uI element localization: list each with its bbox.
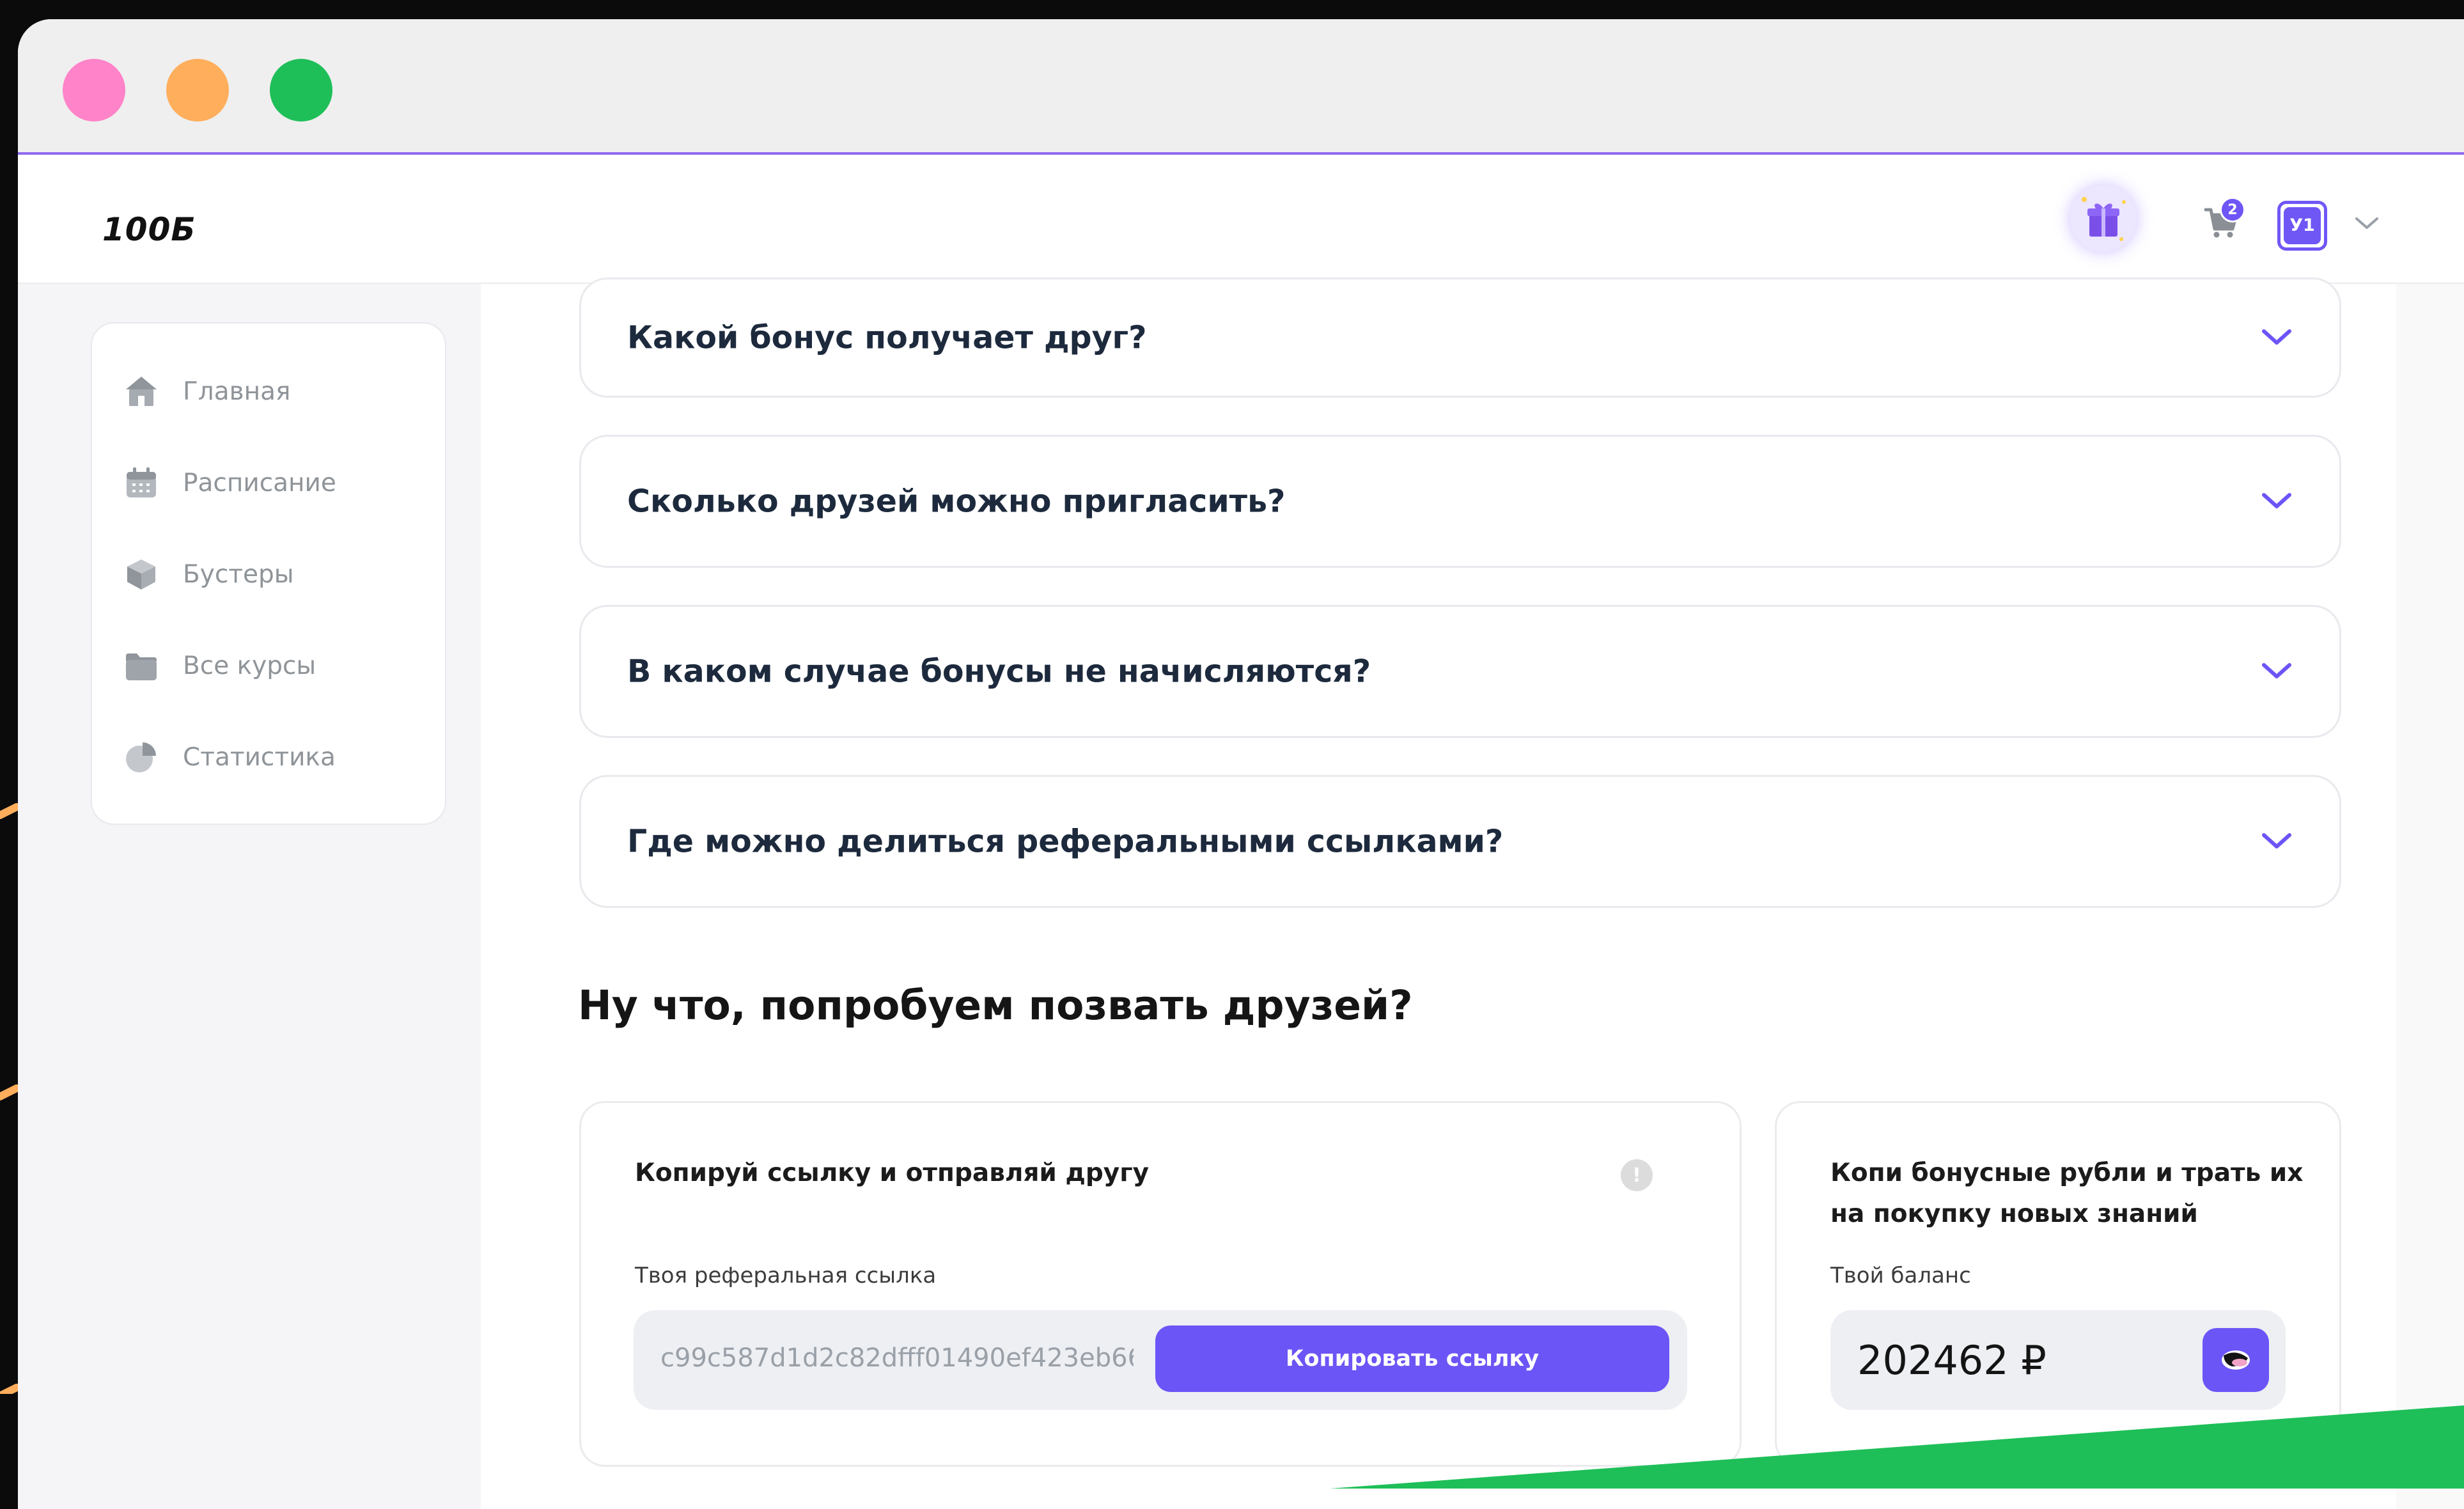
cube-icon xyxy=(127,559,155,590)
referral-link-label: Твоя реферальная ссылка xyxy=(635,1263,937,1288)
browser-window: 100Б 2 У1 Главная Расписание Бустеры Все… xyxy=(18,19,2464,1509)
pie-chart-icon xyxy=(126,742,156,772)
window-minimize-dot[interactable] xyxy=(166,59,229,121)
sidebar-item-home[interactable]: Главная xyxy=(123,366,290,417)
faq-item[interactable]: Сколько друзей можно пригласить? xyxy=(579,435,2341,568)
avatar[interactable]: У1 xyxy=(2277,201,2327,251)
faq-question: Где можно делиться реферальными ссылками… xyxy=(627,823,1504,860)
gift-button[interactable] xyxy=(2070,185,2137,252)
info-icon[interactable]: ! xyxy=(1621,1159,1653,1191)
sidebar-item-statistics[interactable]: Статистика xyxy=(123,731,336,783)
window-maximize-dot[interactable] xyxy=(270,59,332,121)
balance-label: Твой баланс xyxy=(1830,1263,1971,1288)
main-content: Какой бонус получает друг? Сколько друзе… xyxy=(481,278,2396,1509)
cart-count-badge: 2 xyxy=(2220,197,2245,223)
app-header: 100Б 2 У1 xyxy=(18,155,2464,284)
sidebar-nav: Главная Расписание Бустеры Все курсы Ста… xyxy=(91,322,446,825)
chevron-down-icon xyxy=(2262,493,2291,508)
sidebar-area: Главная Расписание Бустеры Все курсы Ста… xyxy=(18,284,481,1509)
coin-icon xyxy=(2222,1350,2250,1370)
window-titlebar xyxy=(18,19,2464,155)
sidebar-item-label: Расписание xyxy=(183,468,336,497)
chevron-down-icon xyxy=(2262,329,2291,345)
chevron-down-icon[interactable] xyxy=(2353,214,2381,233)
sidebar-item-schedule[interactable]: Расписание xyxy=(123,457,336,508)
sidebar-item-label: Главная xyxy=(183,377,291,406)
sidebar-item-label: Бустеры xyxy=(183,559,294,589)
calendar-icon xyxy=(127,467,156,497)
logo[interactable]: 100Б xyxy=(102,211,196,248)
sidebar-item-all-courses[interactable]: Все курсы xyxy=(123,640,316,691)
sidebar-item-boosters[interactable]: Бустеры xyxy=(123,549,294,600)
faq-question: Сколько друзей можно пригласить? xyxy=(627,483,1286,520)
faq-item[interactable]: Какой бонус получает друг? xyxy=(579,278,2341,398)
balance-field: 202462 ₽ xyxy=(1830,1310,2286,1410)
balance-card-title-line: на покупку новых знаний xyxy=(1830,1200,2198,1228)
referral-card-title: Копируй ссылку и отправляй другу xyxy=(635,1159,1150,1187)
home-icon xyxy=(126,377,157,406)
gift-icon xyxy=(2082,197,2126,241)
faq-question: В каком случае бонусы не начисляются? xyxy=(627,653,1371,690)
sidebar-item-label: Статистика xyxy=(183,742,336,772)
referral-link-value[interactable]: c99c587d1d2c82dfff01490ef423eb66 xyxy=(660,1343,1134,1373)
window-close-dot[interactable] xyxy=(63,59,125,121)
folder-icon xyxy=(126,653,157,680)
balance-value: 202462 ₽ xyxy=(1857,1337,2047,1384)
faq-item[interactable]: В каком случае бонусы не начисляются? xyxy=(579,605,2341,738)
balance-card: Копи бонусные рубли и трать их на покупк… xyxy=(1775,1101,2341,1467)
faq-question: Какой бонус получает друг? xyxy=(627,319,1147,356)
avatar-initials: У1 xyxy=(2284,207,2321,244)
chevron-down-icon xyxy=(2262,663,2291,678)
invite-section-title: Ну что, попробуем позвать друзей? xyxy=(578,982,1413,1029)
faq-item[interactable]: Где можно делиться реферальными ссылками… xyxy=(579,775,2341,908)
chevron-down-icon xyxy=(2262,833,2291,848)
balance-card-title: Копи бонусные рубли и трать их на покупк… xyxy=(1830,1153,2303,1235)
referral-card: Копируй ссылку и отправляй другу ! Твоя … xyxy=(579,1101,1742,1467)
copy-link-button[interactable]: Копировать ссылку xyxy=(1155,1325,1669,1392)
balance-card-title-line: Копи бонусные рубли и трать их xyxy=(1830,1159,2304,1187)
sidebar-item-label: Все курсы xyxy=(183,651,316,680)
referral-link-field: c99c587d1d2c82dfff01490ef423eb66 Копиров… xyxy=(634,1310,1687,1410)
balance-action-button[interactable] xyxy=(2203,1328,2269,1392)
